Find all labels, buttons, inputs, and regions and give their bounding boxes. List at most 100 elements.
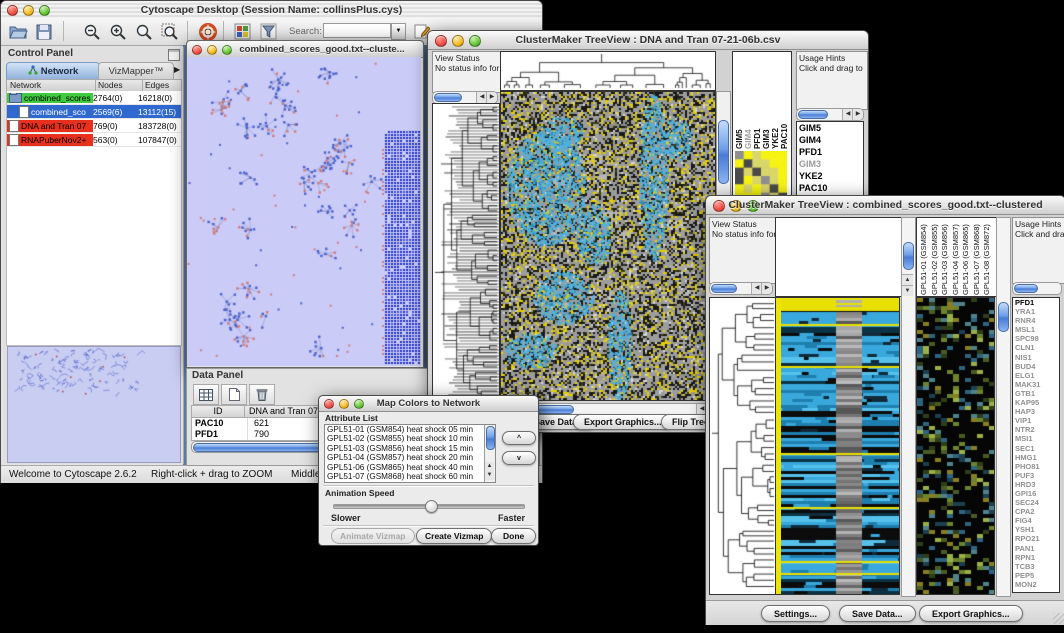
column-label[interactable]: GIM5 — [735, 54, 744, 149]
column-label[interactable]: GPL51-04 (GSM857) — [951, 219, 962, 295]
gene-label[interactable]: RPN1 — [1013, 553, 1059, 562]
column-label[interactable]: YKE2 — [771, 54, 780, 149]
row-dendrogram-canvas[interactable] — [709, 297, 777, 595]
gene-label[interactable]: MAK31 — [1013, 380, 1059, 389]
birdseye-view-thumbnail[interactable] — [7, 346, 181, 463]
gene-label[interactable]: GIM4 — [797, 134, 863, 146]
scroll-down-arrow[interactable] — [485, 471, 494, 480]
gene-label[interactable]: RPO21 — [1013, 534, 1059, 543]
column-label[interactable]: GPL51-03 (GSM856) — [940, 219, 951, 295]
float-panel-icon[interactable] — [168, 49, 180, 61]
trash-icon[interactable] — [249, 384, 275, 405]
vizmapper-icon[interactable] — [231, 21, 253, 42]
gene-label[interactable]: CLN1 — [1013, 343, 1059, 352]
gene-label[interactable]: YRA1 — [1013, 307, 1059, 316]
gene-label[interactable]: PFD1 — [1013, 298, 1059, 307]
gene-label[interactable]: HAP3 — [1013, 407, 1059, 416]
attribute-item[interactable]: GPL51-04 (GSM857) heat shock 20 min — [325, 453, 485, 462]
zoom-fit-icon[interactable] — [159, 21, 181, 42]
scrollbar-thumb[interactable] — [434, 93, 462, 102]
secondary-heatmap-canvas[interactable] — [916, 297, 995, 595]
attribute-item[interactable]: GPL51-02 (GSM855) heat shock 10 min — [325, 434, 485, 443]
column-label[interactable]: PFD1 — [753, 54, 762, 149]
resize-grip[interactable] — [1053, 613, 1064, 624]
gene-label[interactable]: NIS1 — [1013, 353, 1059, 362]
network-row-combined-sco-selected[interactable]: combined_sco 2569(6) 13112(15) — [7, 105, 181, 119]
export-graphics-button[interactable]: Export Graphics... — [573, 414, 673, 430]
search-input[interactable] — [323, 23, 391, 38]
gene-label[interactable]: ELG1 — [1013, 371, 1059, 380]
gene-label[interactable]: PUF3 — [1013, 471, 1059, 480]
attribute-item[interactable]: GPL51-06 (GSM865) heat shock 40 min — [325, 463, 485, 472]
gene-label[interactable]: GPI16 — [1013, 489, 1059, 498]
scroll-right-arrow[interactable] — [486, 92, 497, 103]
scrollbar-thumb[interactable] — [903, 242, 914, 270]
column-label[interactable]: GPL51-06 (GSM865) — [961, 219, 972, 295]
scroll-up-arrow[interactable] — [485, 462, 494, 471]
gene-label[interactable]: RNR4 — [1013, 316, 1059, 325]
close-button[interactable] — [192, 45, 202, 55]
scroll-right-arrow[interactable] — [761, 283, 772, 294]
animate-vizmap-button[interactable]: Animate Vizmap — [331, 528, 415, 544]
gene-label[interactable]: HMG1 — [1013, 453, 1059, 462]
column-label[interactable]: GIM3 — [762, 54, 771, 149]
gene-label[interactable]: PAC10 — [797, 182, 863, 194]
scroll-up-arrow[interactable] — [902, 274, 913, 285]
save-icon[interactable] — [33, 21, 55, 42]
help-lifering-icon[interactable] — [197, 21, 219, 42]
move-up-button[interactable]: ^ — [502, 431, 536, 445]
gene-label[interactable]: KAP95 — [1013, 398, 1059, 407]
gene-label[interactable]: GIM3 — [797, 158, 863, 170]
column-label[interactable]: GPL51-01 (GSM854) — [919, 219, 930, 295]
usage-hints-hscrollbar[interactable] — [796, 108, 864, 121]
scrollbar-thumb[interactable] — [1014, 284, 1038, 293]
tab-vizmapper[interactable]: VizMapper™ — [98, 62, 174, 80]
gene-label[interactable]: YKE2 — [797, 170, 863, 182]
slider-thumb[interactable] — [425, 500, 438, 513]
network-row-combined-scores[interactable]: combined_scores 2764(0) 16218(0) — [7, 91, 181, 105]
column-label[interactable]: GIM4 — [744, 54, 753, 149]
gene-label[interactable]: FIG4 — [1013, 516, 1059, 525]
gene-label[interactable]: TCB3 — [1013, 562, 1059, 571]
network-view-canvas[interactable] — [187, 57, 421, 366]
gene-label[interactable]: GIM5 — [797, 122, 863, 134]
gene-list-panel[interactable]: PFD1YRA1RNR4MSL1SPC98CLN1NIS1BUD4ELG1MAK… — [1012, 297, 1060, 593]
open-file-icon[interactable] — [7, 21, 29, 42]
scrollbar-thumb[interactable] — [798, 110, 828, 119]
minimize-button[interactable] — [207, 45, 217, 55]
column-label[interactable]: GPL51-02 (GSM855) — [930, 219, 941, 295]
scrollbar-thumb[interactable] — [711, 284, 737, 293]
tab-overflow-arrow-icon[interactable]: ▶ — [174, 65, 180, 74]
column-label[interactable]: GPL51-07 (GSM868) — [972, 219, 983, 295]
expression-heatmap-canvas[interactable] — [781, 297, 900, 595]
search-dropdown-arrow-icon[interactable]: ▼ — [391, 23, 406, 40]
secondary-vscrollbar[interactable] — [996, 217, 1011, 597]
animation-speed-slider[interactable] — [333, 504, 525, 509]
usage-hints-hscrollbar[interactable] — [1012, 282, 1062, 295]
attribute-listbox[interactable]: GPL51-01 (GSM854) heat shock 05 minGPL51… — [324, 424, 496, 483]
row-dendrogram-canvas[interactable] — [432, 103, 500, 401]
gene-label[interactable]: SEC24 — [1013, 498, 1059, 507]
attribute-item[interactable]: GPL51-03 (GSM856) heat shock 15 min — [325, 444, 485, 453]
summary-matrix-canvas[interactable] — [735, 151, 787, 201]
gene-label[interactable]: GTB1 — [1013, 389, 1059, 398]
gene-label[interactable]: BUD4 — [1013, 362, 1059, 371]
id-column-header[interactable]: ID — [192, 406, 245, 417]
gene-label[interactable]: HRD3 — [1013, 480, 1059, 489]
gene-label[interactable]: NTR2 — [1013, 425, 1059, 434]
save-data-button[interactable]: Save Data... — [839, 605, 916, 622]
gene-label[interactable]: PHO81 — [1013, 462, 1059, 471]
heatmap-vscrollbar[interactable] — [901, 217, 916, 597]
gene-label[interactable]: MSL1 — [1013, 325, 1059, 334]
gene-label[interactable]: YSH1 — [1013, 525, 1059, 534]
scroll-right-arrow[interactable] — [852, 109, 863, 120]
main-title-bar[interactable]: Cytoscape Desktop (Session Name: collins… — [1, 1, 542, 19]
tab-network[interactable]: Network — [6, 62, 100, 80]
create-vizmap-button[interactable]: Create Vizmap — [416, 528, 492, 544]
move-down-button[interactable]: v — [502, 451, 536, 465]
gene-label[interactable]: PAN1 — [1013, 544, 1059, 553]
done-button[interactable]: Done — [491, 528, 536, 544]
column-label[interactable]: GPL51-08 (GSM872) — [982, 219, 993, 295]
settings-button[interactable]: Settings... — [761, 605, 830, 622]
global-heatmap-canvas[interactable] — [500, 91, 716, 401]
